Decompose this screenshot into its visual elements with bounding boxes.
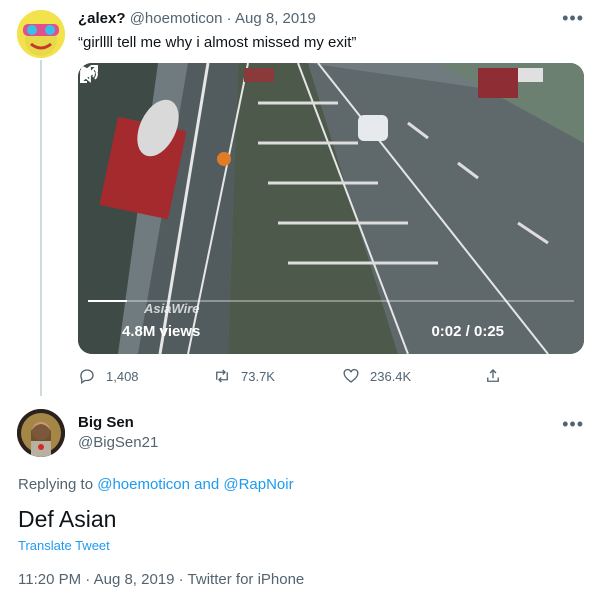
- avatar[interactable]: [17, 10, 65, 58]
- handle[interactable]: @hoemoticon: [130, 10, 223, 27]
- handle[interactable]: @BigSen21: [78, 434, 158, 451]
- video-watermark: AsiaWire: [144, 301, 200, 316]
- more-dots-icon[interactable]: •••: [562, 414, 584, 435]
- translate-tweet-link[interactable]: Translate Tweet: [18, 538, 110, 553]
- like-count: 236.4K: [370, 368, 412, 384]
- separator: ·: [226, 10, 232, 27]
- display-name[interactable]: ¿alex?: [78, 10, 126, 27]
- tweet-text: Def Asian: [18, 506, 117, 532]
- replying-prefix: Replying to: [18, 476, 94, 493]
- video-views: 4.8M views: [122, 323, 201, 340]
- tweet-text: “girllll tell me why i almost missed my …: [78, 34, 357, 51]
- tweet-meta[interactable]: 11:20 PM · Aug 8, 2019 · Twitter for iPh…: [18, 571, 304, 588]
- retweet-icon: [216, 369, 228, 383]
- reply-count: 1,408: [106, 368, 139, 384]
- retweet-count: 73.7K: [241, 368, 275, 384]
- video-time: 0:02 / 0:25: [431, 323, 504, 340]
- reply-icon: [80, 369, 94, 385]
- avatar-image: [17, 10, 65, 58]
- heart-icon: [343, 368, 359, 383]
- tweet-actions: 1,408 73.7K 236.4K: [78, 367, 508, 389]
- thread-connector-line: [40, 60, 42, 396]
- share-icon: [487, 369, 499, 382]
- display-name-text: Big Sen: [78, 414, 134, 431]
- avatar[interactable]: [17, 409, 65, 457]
- share-button[interactable]: [484, 367, 502, 385]
- more-dots-icon[interactable]: •••: [562, 8, 584, 29]
- fullscreen-icon[interactable]: [78, 63, 100, 85]
- replying-users-link[interactable]: @hoemoticon and @RapNoir: [97, 476, 293, 493]
- video-progress-fill: [88, 300, 127, 302]
- display-name[interactable]: Big Sen: [78, 414, 134, 431]
- tweet-header: ¿alex? @hoemoticon · Aug 8, 2019: [78, 10, 316, 27]
- like-button[interactable]: 236.4K: [342, 367, 411, 385]
- video-player[interactable]: AsiaWire 4.8M views 0:02 / 0:25: [78, 63, 584, 354]
- reply-button[interactable]: 1,408: [78, 367, 139, 385]
- tweet-date[interactable]: Aug 8, 2019: [235, 10, 316, 27]
- avatar-image: [17, 409, 65, 457]
- retweet-button[interactable]: 73.7K: [213, 367, 275, 385]
- replying-to: Replying to @hoemoticon and @RapNoir: [18, 476, 294, 493]
- video-progress-bar[interactable]: [88, 300, 574, 302]
